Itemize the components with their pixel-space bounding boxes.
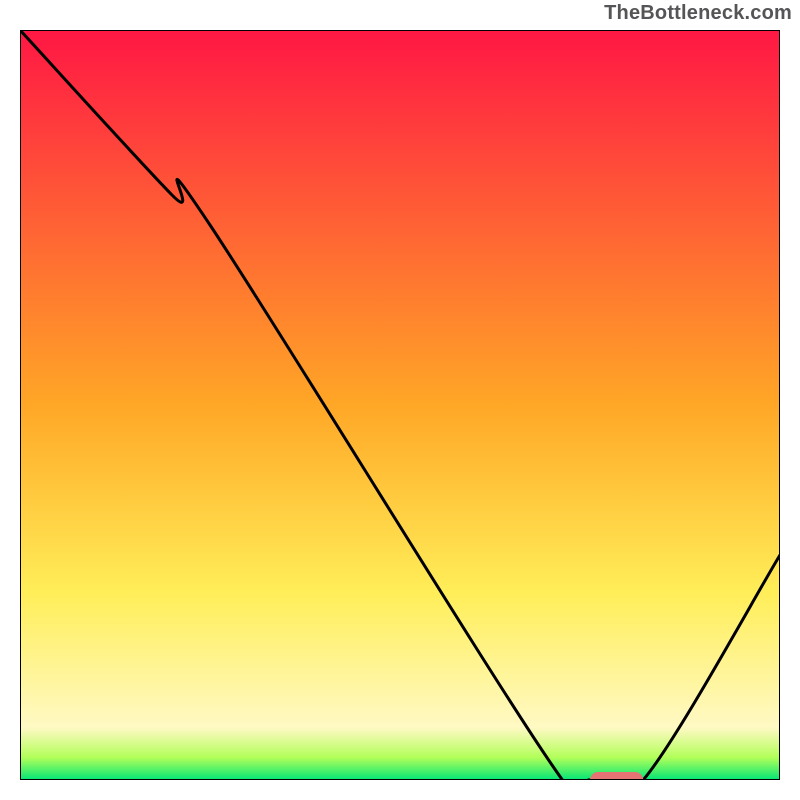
optimal-marker — [590, 772, 643, 780]
gradient-fill — [20, 30, 780, 780]
watermark-text: TheBottleneck.com — [604, 2, 792, 25]
plot-area — [20, 30, 780, 780]
chart-svg — [20, 30, 780, 780]
chart-container: TheBottleneck.com — [0, 0, 800, 800]
